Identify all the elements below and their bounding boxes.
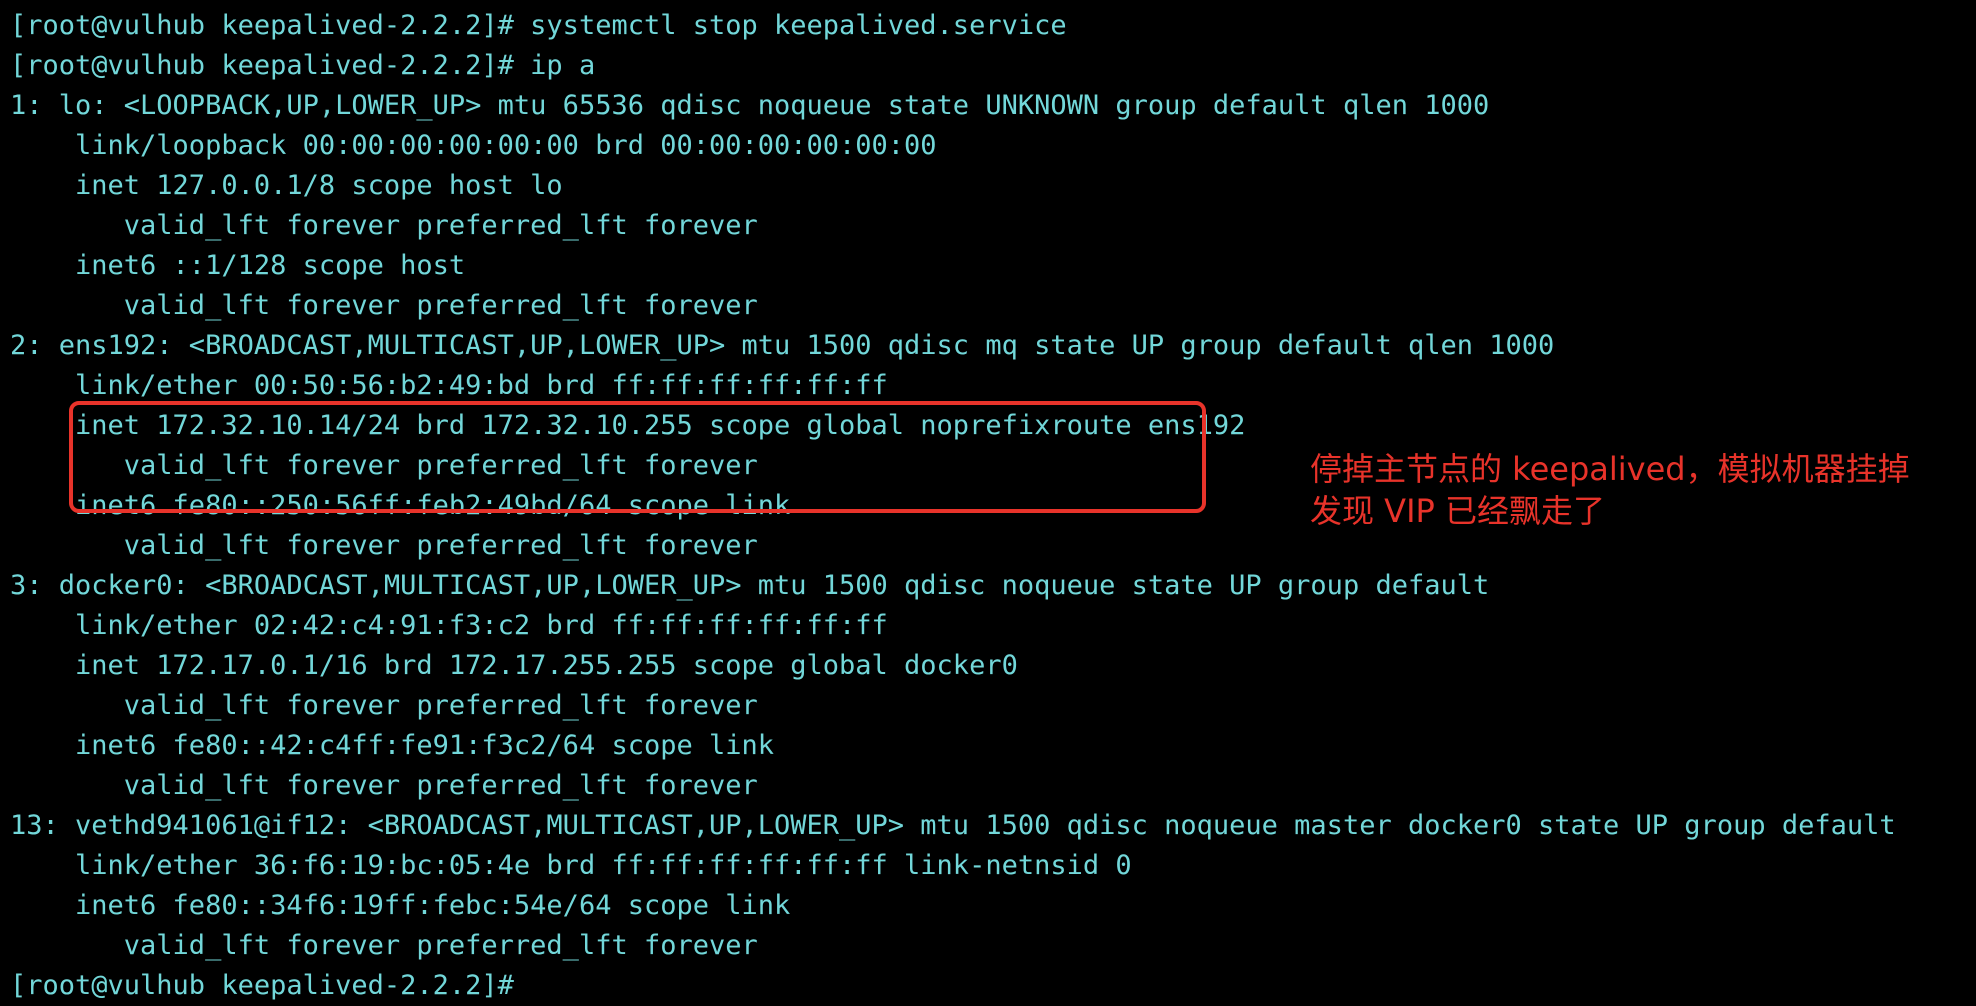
terminal-line: [root@vulhub keepalived-2.2.2]# ip a: [10, 50, 596, 81]
terminal-line: inet6 fe80::42:c4ff:fe91:f3c2/64 scope l…: [10, 730, 775, 761]
annotation-line-1: 停掉主节点的 keepalived，模拟机器挂掉: [1310, 450, 1910, 488]
annotation-note: 停掉主节点的 keepalived，模拟机器挂掉 发现 VIP 已经飘走了: [1310, 448, 1970, 532]
terminal-line: valid_lft forever preferred_lft forever: [10, 690, 758, 721]
terminal-line: link/ether 36:f6:19:bc:05:4e brd ff:ff:f…: [10, 850, 1132, 881]
terminal-line: inet 172.17.0.1/16 brd 172.17.255.255 sc…: [10, 650, 1018, 681]
terminal-line: valid_lft forever preferred_lft forever: [10, 770, 758, 801]
terminal-line: 2: ens192: <BROADCAST,MULTICAST,UP,LOWER…: [10, 330, 1555, 361]
terminal-line: link/ether 00:50:56:b2:49:bd brd ff:ff:f…: [10, 370, 888, 401]
terminal-line: link/ether 02:42:c4:91:f3:c2 brd ff:ff:f…: [10, 610, 888, 641]
terminal-line: 13: vethd941061@if12: <BROADCAST,MULTICA…: [10, 810, 1896, 841]
terminal-line: valid_lft forever preferred_lft forever: [10, 530, 758, 561]
terminal-line: valid_lft forever preferred_lft forever: [10, 290, 758, 321]
terminal-line: valid_lft forever preferred_lft forever: [10, 930, 758, 961]
terminal-line: valid_lft forever preferred_lft forever: [10, 210, 758, 241]
annotation-line-2: 发现 VIP 已经飘走了: [1310, 492, 1605, 530]
terminal-line: inet 127.0.0.1/8 scope host lo: [10, 170, 563, 201]
terminal-line: [root@vulhub keepalived-2.2.2]# systemct…: [10, 10, 1067, 41]
terminal-line: inet6 fe80::34f6:19ff:febc:54e/64 scope …: [10, 890, 791, 921]
terminal-line: link/loopback 00:00:00:00:00:00 brd 00:0…: [10, 130, 937, 161]
terminal-prompt[interactable]: [root@vulhub keepalived-2.2.2]#: [10, 966, 1970, 1006]
terminal-line: inet 172.32.10.14/24 brd 172.32.10.255 s…: [10, 410, 1246, 441]
terminal-line: inet6 ::1/128 scope host: [10, 250, 466, 281]
terminal-line: 1: lo: <LOOPBACK,UP,LOWER_UP> mtu 65536 …: [10, 90, 1490, 121]
terminal-line: 3: docker0: <BROADCAST,MULTICAST,UP,LOWE…: [10, 570, 1490, 601]
